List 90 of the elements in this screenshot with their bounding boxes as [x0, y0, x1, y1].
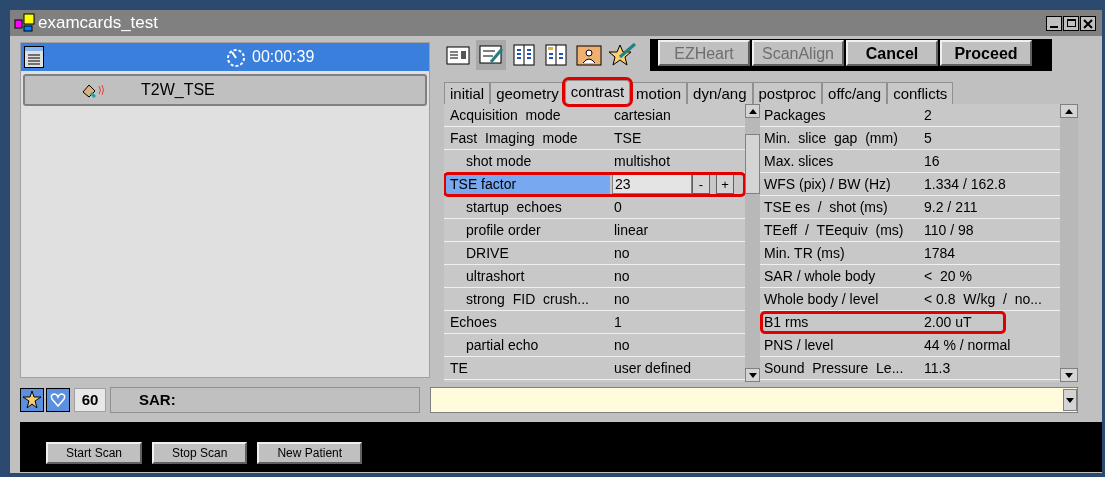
scroll-up-icon[interactable]: [1060, 104, 1078, 118]
tab[interactable]: motion: [630, 82, 688, 104]
grid-icon[interactable]: [510, 41, 538, 69]
info-value: < 0.8 W/kg / no...: [924, 289, 1042, 309]
parameter-label[interactable]: Echoes: [444, 311, 610, 333]
parameter-value: linear: [613, 220, 649, 240]
star-wand-icon[interactable]: [608, 41, 638, 69]
decrement-button[interactable]: -: [692, 174, 710, 194]
info-value: 9.2 / 211: [924, 197, 978, 217]
parameter-label[interactable]: Fast Imaging mode: [444, 127, 610, 149]
parameter-label[interactable]: profile order: [444, 219, 610, 241]
tab[interactable]: conflicts: [887, 82, 954, 104]
window-title: examcards_test: [38, 12, 158, 35]
scroll-down-icon[interactable]: [745, 368, 760, 382]
tab[interactable]: contrast: [564, 80, 631, 104]
parameter-value: TSE: [613, 128, 642, 148]
info-label: PNS / level: [764, 335, 835, 355]
tab[interactable]: dyn/ang: [687, 82, 753, 104]
tab[interactable]: geometry: [490, 82, 565, 104]
parameter-label[interactable]: Acquisition mode: [444, 104, 610, 126]
info-value: 44 % / normal: [924, 335, 1011, 355]
parameter-value: no: [613, 289, 630, 309]
tab[interactable]: postproc: [752, 82, 823, 104]
dropdown-caret-icon[interactable]: [1063, 389, 1077, 411]
scan-button[interactable]: Stop Scan: [152, 442, 248, 464]
parameter-value: 1: [613, 312, 622, 332]
scroll-thumb[interactable]: [745, 134, 760, 194]
info-label: Whole body / level: [764, 289, 880, 309]
scrollbar[interactable]: [745, 104, 760, 382]
info-value: < 20 %: [924, 266, 972, 286]
star-icon[interactable]: [20, 388, 44, 412]
info-label: B1 rms: [764, 313, 810, 332]
elapsed-time: 00:00:39: [252, 47, 315, 67]
info-label: Sound Pressure Le...: [764, 358, 905, 378]
info-value: 11.3: [924, 358, 951, 378]
info-value: 2.00 uT: [924, 313, 972, 332]
info-label: WFS (pix) / BW (Hz): [764, 174, 892, 194]
parameter-label[interactable]: TE: [444, 357, 610, 379]
document-icon[interactable]: [542, 41, 570, 69]
parameter-value: no: [613, 243, 630, 263]
info-label: Max. slices: [764, 151, 835, 171]
parameter-label[interactable]: partial echo: [444, 334, 610, 356]
timer-icon: [226, 46, 246, 68]
info-label: TEeff / TEequiv (ms): [764, 220, 905, 240]
parameter-value: cartesian: [613, 105, 671, 125]
increment-button[interactable]: +: [716, 174, 734, 194]
action-button[interactable]: Cancel: [846, 40, 938, 66]
parameter-label[interactable]: shot mode: [444, 150, 610, 172]
parameter-value: 0: [613, 197, 622, 217]
list-icon[interactable]: [24, 46, 44, 68]
info-label: SAR / whole body: [764, 266, 877, 286]
parameter-value: no: [613, 266, 630, 286]
parameter-value: multishot: [613, 151, 671, 171]
scan-item[interactable]: T2W_TSE: [23, 74, 427, 106]
app-logo-icon: [14, 13, 36, 33]
maximize-button[interactable]: [1063, 15, 1079, 31]
parameter-value: user defined: [613, 358, 692, 378]
info-label: Min. slice gap (mm): [764, 128, 899, 148]
info-value: 5: [924, 128, 932, 148]
info-value: 16: [924, 151, 940, 171]
info-value: 1.334 / 162.8: [924, 174, 1006, 194]
info-value: 110 / 98: [924, 220, 974, 240]
scan-button[interactable]: New Patient: [257, 442, 363, 464]
edit-icon[interactable]: [476, 40, 506, 70]
action-button[interactable]: Proceed: [940, 40, 1032, 66]
parameter-label[interactable]: ultrashort: [444, 265, 610, 287]
scrollbar[interactable]: [1060, 104, 1078, 382]
parameter-value: no: [613, 335, 630, 355]
parameter-label[interactable]: DRIVE: [444, 242, 610, 264]
value-field[interactable]: 23: [612, 174, 692, 194]
count-display: 60: [74, 388, 106, 412]
parameter-label[interactable]: startup echoes: [444, 196, 610, 218]
tab[interactable]: offc/ang: [822, 82, 888, 104]
info-label: Packages: [764, 105, 827, 125]
minimize-button[interactable]: [1046, 15, 1062, 31]
message-dropdown[interactable]: [430, 387, 1078, 413]
scan-name: T2W_TSE: [141, 80, 215, 100]
close-button[interactable]: [1080, 15, 1096, 31]
coil-icon: [81, 82, 107, 98]
info-value: 2: [924, 105, 932, 125]
scroll-up-icon[interactable]: [745, 104, 760, 118]
parameter-label[interactable]: strong FID crush...: [444, 288, 610, 310]
sar-display: SAR:: [110, 387, 420, 413]
parameter-label[interactable]: TSE factor: [444, 173, 610, 195]
info-label: TSE es / shot (ms): [764, 197, 889, 217]
info-label: Min. TR (ms): [764, 243, 846, 263]
scroll-down-icon[interactable]: [1060, 368, 1078, 382]
info-value: 1784: [924, 243, 956, 263]
tab[interactable]: initial: [444, 82, 491, 104]
scan-button[interactable]: Start Scan: [46, 442, 143, 464]
